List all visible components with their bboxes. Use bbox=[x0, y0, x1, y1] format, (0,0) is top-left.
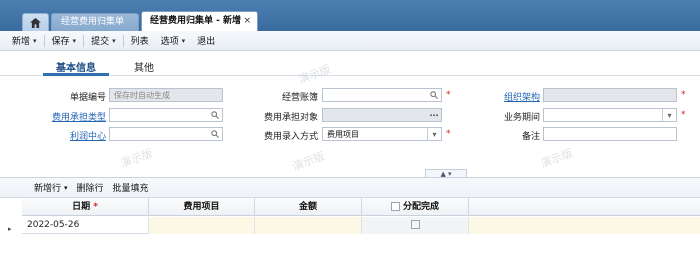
chevron-down-icon[interactable]: ▾ bbox=[662, 109, 676, 121]
account-field[interactable] bbox=[322, 88, 442, 102]
select-all-checkbox[interactable] bbox=[390, 202, 400, 211]
more-icon[interactable]: ··· bbox=[427, 109, 441, 121]
search-icon[interactable] bbox=[427, 89, 441, 101]
save-label: 保存 bbox=[51, 37, 70, 47]
org-label-link[interactable]: 组织架构 bbox=[450, 90, 540, 103]
tab-basic-info[interactable]: 基本信息 bbox=[56, 59, 96, 74]
remark-field[interactable] bbox=[543, 127, 677, 141]
home-icon bbox=[30, 17, 41, 28]
exit-label: 退出 bbox=[197, 37, 216, 47]
cell-item[interactable] bbox=[149, 217, 255, 234]
window-tab-bar: 经营费用归集单 经营费用归集单 - 新增 × bbox=[0, 0, 700, 32]
bearer-object-field: ··· bbox=[322, 108, 442, 122]
tab-expense-new-label: 经营费用归集单 - 新增 bbox=[150, 16, 242, 26]
chevron-down-icon: ▾ bbox=[33, 36, 37, 45]
tab-expense-list[interactable]: 经营费用归集单 bbox=[51, 13, 139, 31]
list-button[interactable]: 列表 bbox=[125, 31, 155, 51]
org-field bbox=[543, 88, 677, 102]
cell-date[interactable]: 2022-05-26 bbox=[22, 217, 149, 234]
remark-label: 备注 bbox=[521, 132, 540, 142]
toolbar-divider bbox=[83, 34, 85, 47]
submit-label: 提交 bbox=[91, 37, 110, 47]
bearer-object-label: 费用承担对象 bbox=[263, 113, 318, 123]
toolbar-divider bbox=[122, 34, 124, 47]
active-tab-indicator bbox=[43, 73, 109, 76]
chevron-down-icon: ▾ bbox=[72, 36, 77, 45]
cell-allocated[interactable] bbox=[362, 217, 469, 234]
required-mark: * bbox=[681, 110, 686, 120]
current-row-arrow-icon: ▸ bbox=[8, 225, 12, 233]
row-marker-column: ▸ bbox=[0, 198, 22, 268]
bearer-type-label-link[interactable]: 费用承担类型 bbox=[16, 110, 106, 123]
exit-button[interactable]: 退出 bbox=[191, 31, 221, 51]
save-button[interactable]: 保存 ▾ bbox=[46, 31, 83, 51]
required-mark: * bbox=[681, 90, 686, 100]
column-header-amount[interactable]: 金额 bbox=[255, 198, 362, 216]
column-header-allocated[interactable]: 分配完成 bbox=[362, 198, 469, 216]
profit-center-field[interactable] bbox=[109, 127, 223, 141]
new-label: 新增 bbox=[12, 37, 31, 47]
account-label: 经营账簿 bbox=[281, 93, 318, 103]
allocated-checkbox[interactable] bbox=[410, 220, 420, 229]
add-row-label: 新增行 bbox=[34, 184, 62, 194]
list-label: 列表 bbox=[130, 37, 149, 47]
bearer-type-field[interactable] bbox=[109, 108, 223, 122]
doc-no-placeholder: 保存时自动生成 bbox=[114, 91, 170, 100]
period-select[interactable]: ▾ bbox=[543, 108, 677, 122]
doc-no-field: 保存时自动生成 bbox=[109, 88, 223, 102]
entry-mode-value: 费用项目 bbox=[327, 130, 359, 139]
search-icon[interactable] bbox=[208, 128, 222, 140]
column-header-allocated-label: 分配完成 bbox=[402, 202, 439, 212]
delete-row-button[interactable]: 删除行 bbox=[77, 181, 104, 194]
watermark: 演示版 bbox=[118, 146, 155, 171]
watermark: 演示版 bbox=[290, 149, 327, 174]
add-row-button[interactable]: 新增行 ▾ bbox=[34, 181, 68, 195]
doc-no-label: 单据编号 bbox=[69, 93, 106, 103]
chevron-down-icon: ▾ bbox=[112, 36, 116, 45]
profit-center-label-link[interactable]: 利润中心 bbox=[16, 129, 106, 142]
close-icon[interactable]: × bbox=[243, 12, 251, 31]
grid-header: 日期 * 费用项目 金额 分配完成 bbox=[22, 198, 700, 216]
column-header-date-label: 日期 bbox=[72, 202, 91, 212]
toolbar-divider bbox=[43, 34, 45, 47]
search-icon[interactable] bbox=[208, 109, 222, 121]
column-header-item[interactable]: 费用项目 bbox=[149, 198, 255, 216]
tab-other[interactable]: 其他 bbox=[134, 59, 154, 74]
tab-expense-new[interactable]: 经营费用归集单 - 新增 × bbox=[141, 11, 258, 32]
chevron-down-icon: ▾ bbox=[64, 183, 68, 192]
entry-mode-label: 费用录入方式 bbox=[263, 132, 318, 142]
home-tab[interactable] bbox=[22, 13, 49, 31]
new-button[interactable]: 新增 ▾ bbox=[6, 31, 43, 51]
column-header-date[interactable]: 日期 * bbox=[22, 198, 149, 216]
chevron-down-icon[interactable]: ▾ bbox=[427, 128, 441, 140]
options-button[interactable]: 选项 ▾ bbox=[155, 31, 192, 51]
cell-amount[interactable] bbox=[255, 217, 362, 234]
table-row[interactable]: 2022-05-26 bbox=[22, 217, 700, 234]
cell-filler bbox=[469, 217, 700, 234]
grid-toolbar: 新增行 ▾ 删除行 批量填充 bbox=[0, 178, 700, 198]
options-label: 选项 bbox=[160, 37, 179, 47]
entry-mode-select[interactable]: 费用项目 ▾ bbox=[322, 127, 442, 141]
batch-fill-button[interactable]: 批量填充 bbox=[113, 181, 149, 194]
chevron-down-icon: ▾ bbox=[181, 36, 186, 45]
main-toolbar: 新增 ▾ 保存 ▾ 提交 ▾ 列表 选项 ▾ 退出 bbox=[0, 31, 700, 51]
watermark: 演示版 bbox=[538, 146, 575, 171]
required-mark: * bbox=[93, 202, 98, 212]
submit-button[interactable]: 提交 ▾ bbox=[85, 31, 122, 51]
form-subtabs: 基本信息 其他 bbox=[0, 52, 700, 76]
period-label: 业务期间 bbox=[503, 113, 540, 123]
